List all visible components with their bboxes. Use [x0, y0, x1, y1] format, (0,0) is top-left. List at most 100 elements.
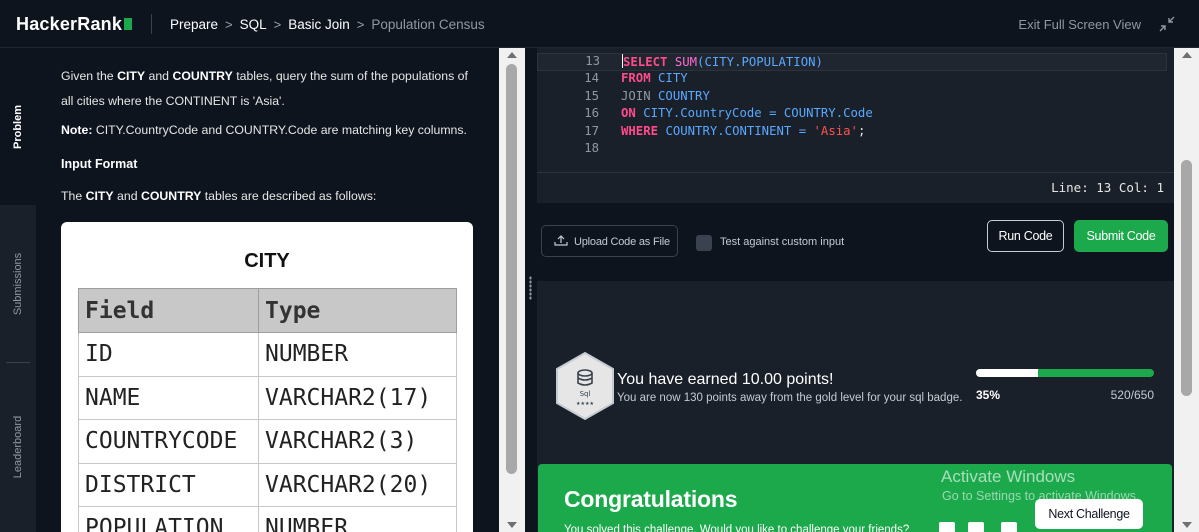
column-header: Type	[258, 288, 457, 333]
table-cell: NUMBER	[258, 506, 457, 532]
table-caption: CITY	[244, 250, 290, 272]
custom-input-checkbox[interactable]	[696, 235, 712, 251]
code-text: WHERE COUNTRY.CONTINENT = 'Asia';	[621, 123, 866, 138]
scroll-down-icon[interactable]	[507, 522, 517, 528]
code-text: JOIN COUNTRY	[621, 88, 710, 103]
line-number: 13	[585, 54, 600, 68]
side-rail: Problem Submissions Leaderboard	[0, 48, 36, 532]
tab-leaderboard[interactable]: Leaderboard	[0, 362, 36, 532]
activation-watermark-title: Activate Windows	[941, 467, 1076, 486]
sql-badge-icon: Sql ★★★★	[556, 351, 614, 421]
table-row: ID NUMBER	[78, 332, 457, 377]
tab-problem[interactable]: Problem	[0, 48, 36, 205]
input-format-heading: Input Format	[61, 157, 138, 171]
line-number: 15	[584, 88, 599, 103]
city-table-image: CITY Field Type ID NUMBER NAME VARCHAR2(17…	[61, 222, 473, 532]
code-editor[interactable]: 12 13 SELECT SUM(CITY.POPULATION) 14 FRO…	[537, 48, 1174, 203]
breadcrumb-sql[interactable]: SQL	[240, 17, 267, 32]
table-cell: NUMBER	[258, 332, 457, 377]
breadcrumb-current: Population Census	[371, 16, 485, 32]
upload-label: Upload Code as File	[574, 236, 670, 248]
upload-code-button[interactable]: Upload Code as File	[541, 225, 678, 257]
linkedin-icon[interactable]	[1001, 522, 1017, 532]
scroll-up-icon[interactable]	[507, 52, 517, 58]
table-row: NAME VARCHAR2(17)	[78, 375, 457, 420]
tables-description: The CITY and COUNTRY tables are describe…	[61, 189, 377, 203]
city-schema-table: Field Type ID NUMBER NAME VARCHAR2(17) COU…	[78, 288, 457, 532]
facebook-icon[interactable]	[939, 522, 955, 532]
line-number: 17	[584, 123, 599, 138]
custom-input-label[interactable]: Test against custom input	[720, 236, 844, 248]
table-cell: ID	[78, 332, 259, 377]
progress-fill	[976, 369, 1039, 377]
twitter-icon[interactable]	[968, 522, 984, 532]
logo-mark	[124, 18, 133, 30]
divider	[151, 14, 152, 34]
badge-progress-bar	[976, 369, 1154, 377]
congrats-title: Congratulations	[564, 486, 738, 512]
code-text: FROM CITY	[621, 71, 688, 85]
scroll-down-icon[interactable]	[1182, 522, 1192, 528]
tab-submissions[interactable]: Submissions	[0, 205, 36, 362]
problem-panel: Given the CITY and COUNTRY tables, query…	[36, 48, 499, 532]
problem-statement: Given the CITY and COUNTRY tables, query…	[61, 69, 468, 108]
code-line: 15 JOIN COUNTRY	[537, 89, 1167, 107]
logo[interactable]: HackerRank	[16, 14, 133, 35]
code-line: 18	[537, 141, 1167, 159]
top-bar: HackerRank Prepare > SQL > Basic Join > Popula…	[0, 0, 1199, 48]
code-line: 16 ON CITY.CountryCode = COUNTRY.Code	[537, 106, 1167, 124]
table-row: DISTRICT VARCHAR2(20)	[78, 462, 457, 507]
cursor-position: Line: 13 Col: 1	[1051, 180, 1164, 195]
problem-scrollbar[interactable]	[499, 48, 525, 532]
collapse-icon[interactable]	[1157, 14, 1177, 34]
page-scrollbar[interactable]	[1174, 48, 1199, 532]
run-code-button[interactable]: Run Code	[987, 220, 1064, 252]
line-number: 18	[584, 141, 599, 155]
table-cell: COUNTRYCODE	[78, 419, 259, 464]
code-line: 14 FROM CITY	[537, 71, 1167, 89]
column-header: Field	[78, 288, 259, 333]
table-row: POPULATION NUMBER	[78, 506, 457, 532]
scroll-up-icon[interactable]	[1182, 52, 1192, 58]
points-away: You are now 130 points away from the gol…	[617, 392, 963, 404]
table-header-row: Field Type	[78, 288, 457, 333]
line-number: 12	[565, 48, 599, 50]
table-cell: VARCHAR2(17)	[258, 375, 457, 420]
table-cell: VARCHAR2(3)	[258, 419, 457, 464]
line-number: 14	[584, 71, 599, 85]
badge-label: Sql	[580, 390, 591, 398]
scrollbar-thumb[interactable]	[1181, 160, 1192, 396]
code-text: SELECT SUM(CITY.POPULATION)	[622, 54, 823, 69]
next-challenge-button[interactable]: Next Challenge	[1035, 499, 1143, 529]
panel-splitter[interactable]	[525, 48, 537, 532]
badge-stars: ★★★★	[576, 401, 594, 407]
editor-divider	[537, 172, 1174, 173]
code-line: 17 WHERE COUNTRY.CONTINENT = 'Asia';	[537, 124, 1167, 142]
chevron-right-icon: >	[273, 16, 282, 32]
submit-code-button[interactable]: Submit Code	[1074, 220, 1168, 252]
upload-icon	[554, 235, 568, 246]
line-number: 16	[584, 106, 599, 120]
breadcrumb-basic-join[interactable]: Basic Join	[288, 17, 350, 32]
chevron-right-icon: >	[356, 16, 365, 32]
code-line-active: 13 SELECT SUM(CITY.POPULATION)	[537, 53, 1167, 71]
problem-note: Note: CITY.CountryCode and COUNTRY.Code …	[61, 123, 467, 137]
exit-fullscreen-link[interactable]: Exit Full Screen View	[1018, 17, 1141, 32]
drag-handle-icon[interactable]	[529, 276, 532, 300]
points-earned: You have earned 10.00 points!	[617, 371, 834, 388]
table-cell: DISTRICT	[78, 462, 259, 507]
congrats-subtitle: You solved this challenge. Would you lik…	[564, 524, 910, 532]
code-text: ON CITY.CountryCode = COUNTRY.Code	[621, 106, 873, 120]
table-row: COUNTRYCODE VARCHAR2(3)	[78, 419, 457, 464]
page: HackerRank Prepare > SQL > Basic Join > Popula…	[0, 0, 1199, 532]
scrollbar-thumb[interactable]	[506, 64, 517, 474]
activation-watermark-text: Go to Settings to activate Windows.	[942, 489, 1140, 503]
action-bar: Upload Code as File Test against custom …	[537, 203, 1174, 281]
progress-percent: 35%	[976, 388, 1001, 402]
table-cell: NAME	[78, 375, 259, 420]
table-cell: VARCHAR2(20)	[258, 462, 457, 507]
table-cell: POPULATION	[78, 506, 259, 532]
chevron-right-icon: >	[225, 16, 233, 32]
breadcrumb-prepare[interactable]: Prepare	[170, 17, 218, 32]
breadcrumb: Prepare > SQL > Basic Join > Population Census	[170, 16, 485, 32]
